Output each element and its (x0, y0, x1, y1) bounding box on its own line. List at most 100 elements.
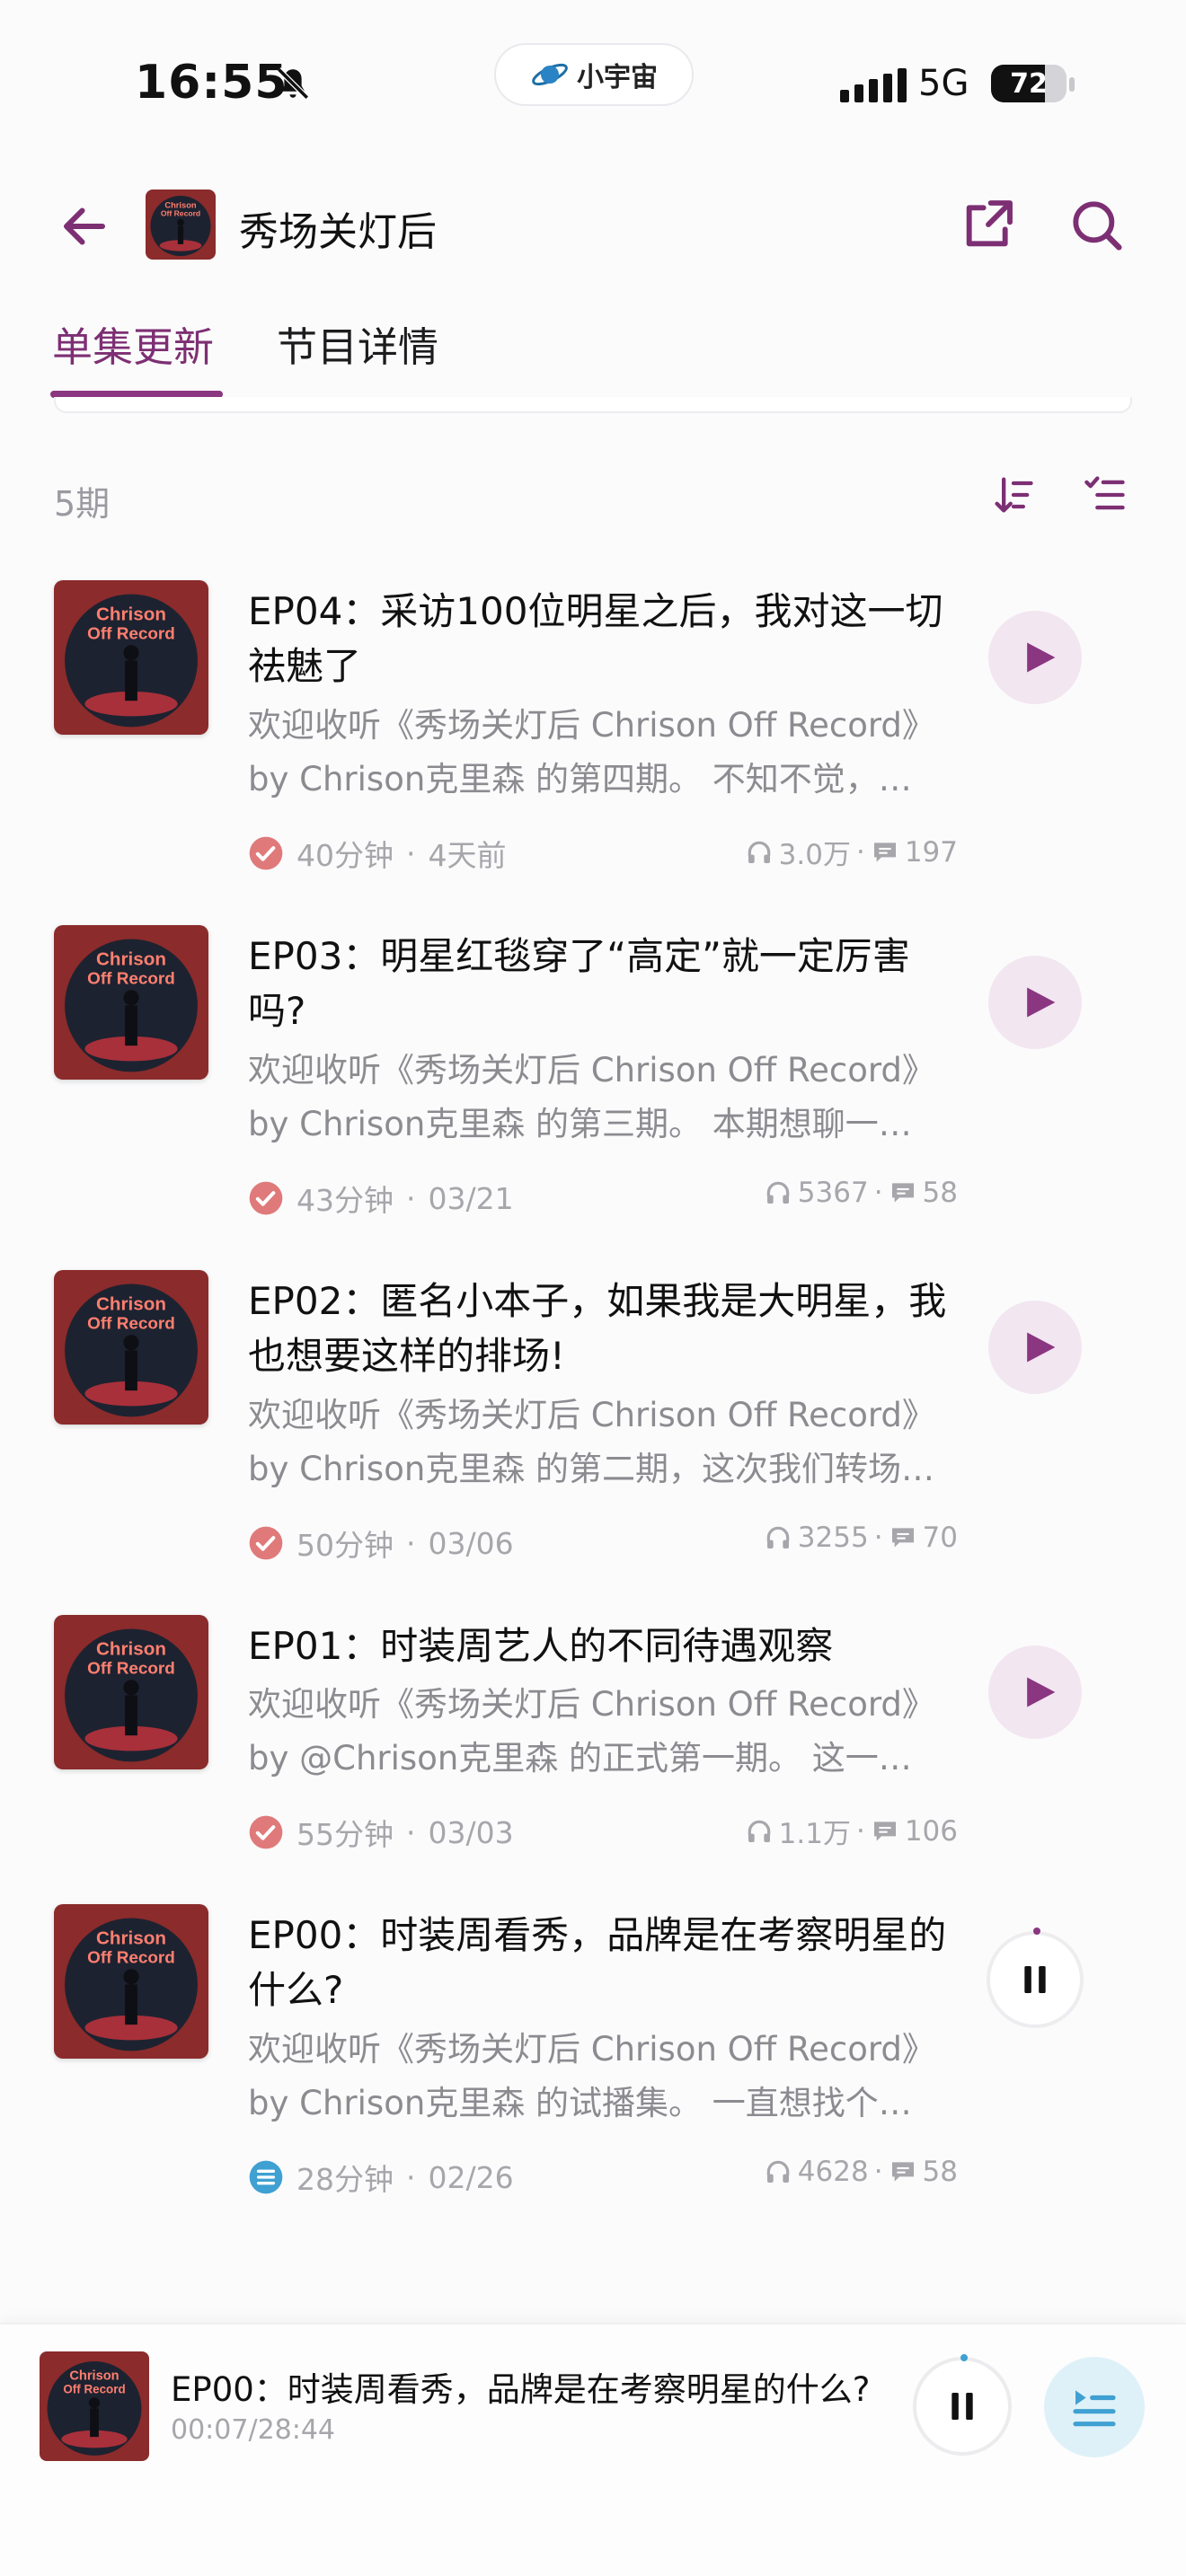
episode-description: 欢迎收听《秀场关灯后 Chrison Off Record》 by Chriso… (248, 1389, 967, 1496)
comment-count: 70 (922, 1522, 958, 1554)
episode-cover: Chrison Off Record (54, 580, 208, 735)
comment-icon (891, 1183, 914, 1203)
cover-text-line2: Off Record (63, 2382, 125, 2395)
episode-duration: 40分钟 (296, 838, 394, 873)
description-line: 欢迎收听《秀场关灯后 Chrison Off Record》 (248, 1685, 935, 1724)
episode-title[interactable]: EP01：时装周艺人的不同待遇观察 (248, 1619, 958, 1673)
episode-date: 4天前 (428, 838, 507, 873)
sort-icon[interactable] (990, 472, 1037, 518)
cover-text-line1: Chrison (96, 1928, 166, 1949)
cover-text-line2: Off Record (87, 969, 175, 988)
play-count: 1.1万 (778, 1818, 851, 1850)
planet-icon (532, 63, 568, 86)
episode-description: 欢迎收听《秀场关灯后 Chrison Off Record》 by @Chris… (248, 1678, 967, 1786)
episode-date: 02/26 (428, 2159, 514, 2195)
episode-title[interactable]: EP02：匿名小本子，如果我是大明星，我也想要这样的排场! (248, 1274, 958, 1383)
play-icon (1027, 987, 1056, 1018)
playlist-button[interactable] (1044, 2357, 1145, 2457)
episode-meta: 55分钟 · 03/03 1.1万 · 106 (248, 1811, 967, 1852)
play-icon (1027, 642, 1056, 673)
play-count: 4628 (797, 2156, 869, 2188)
cover-text-line2: Off Record (87, 1659, 175, 1678)
cover-text-line1: Chrison (96, 1639, 166, 1660)
comment-icon (873, 1821, 896, 1841)
comment-icon (891, 2162, 914, 2182)
headphones-icon (748, 1820, 770, 1842)
episode-cover: Chrison Off Record (54, 1615, 208, 1769)
now-playing-cover[interactable]: Chrison Off Record (40, 2351, 149, 2461)
episode-description: 欢迎收听《秀场关灯后 Chrison Off Record》 by Chriso… (248, 1044, 967, 1151)
description-line: 欢迎收听《秀场关灯后 Chrison Off Record》 (248, 1396, 935, 1434)
episode-duration: 43分钟 (296, 1183, 394, 1218)
description-line: 欢迎收听《秀场关灯后 Chrison Off Record》 (248, 1051, 935, 1090)
filter-list-icon[interactable] (1082, 472, 1128, 518)
cover-text-line2: Off Record (87, 1948, 175, 1967)
details-card-edge (54, 397, 1132, 413)
description-line: 欢迎收听《秀场关灯后 Chrison Off Record》 (248, 706, 935, 745)
separator-dot: · (406, 2159, 416, 2195)
episode-meta: 28分钟 · 02/26 4628 · 58 (248, 2156, 967, 2197)
check-circle-icon (249, 836, 283, 870)
description-line: by Chrison克里森 的第四期。 不知不觉，… (248, 760, 912, 798)
cover-text-line2: Off Record (161, 209, 200, 218)
separator-dot: · (873, 2156, 883, 2188)
episode-date: 03/06 (428, 1525, 514, 1561)
battery-level: 72 (1010, 67, 1048, 100)
description-line: by Chrison克里森 的试播集。 一直想找个… (248, 2084, 912, 2122)
pause-button[interactable] (987, 1928, 1084, 2028)
share-icon[interactable] (960, 196, 1017, 253)
episode-description: 欢迎收听《秀场关灯后 Chrison Off Record》 by Chriso… (248, 699, 967, 807)
check-circle-icon (249, 1526, 283, 1560)
now-playing-title[interactable]: EP00：时装周看秀，品牌是在考察明星的什么? (171, 2362, 890, 2411)
episode-meta: 43分钟 · 03/21 5367 · 58 (248, 1177, 967, 1218)
tab-show-details[interactable]: 节目详情 (277, 314, 438, 373)
status-bar: 16:55 小宇宙 5G 72 (0, 0, 1186, 171)
pause-icon (1024, 1966, 1046, 1993)
description-line: by Chrison克里森 的第三期。 本期想聊一… (248, 1105, 912, 1143)
cover-text-line1: Chrison (96, 1294, 166, 1315)
comment-count: 58 (922, 2156, 958, 2188)
network-type: 5G (918, 63, 969, 104)
headphones-icon (766, 2160, 790, 2183)
play-button[interactable] (988, 956, 1082, 1049)
pause-icon (951, 2393, 973, 2420)
comment-count: 106 (904, 1814, 958, 1848)
top-nav-bar: Chrison Off Record 秀场关灯后 (0, 171, 1186, 287)
comment-count: 197 (904, 835, 958, 869)
headphones-icon (766, 1526, 790, 1548)
separator-dot: · (873, 1522, 883, 1554)
comment-count: 58 (922, 1177, 958, 1209)
check-circle-icon (249, 1181, 283, 1215)
search-icon[interactable] (1067, 196, 1125, 253)
playlist-icon (1073, 2390, 1116, 2427)
tab-episodes[interactable]: 单集更新 (52, 314, 214, 373)
episode-duration: 50分钟 (296, 1528, 394, 1563)
arrow-left-icon[interactable] (58, 199, 111, 253)
episode-title[interactable]: EP03：明星红毯穿了“高定”就一定厉害吗? (248, 929, 958, 1038)
separator-dot: · (873, 1177, 883, 1209)
episode-title[interactable]: EP04：采访100位明星之后，我对这一切祛魅了 (248, 584, 958, 693)
play-button[interactable] (988, 1645, 1082, 1739)
dynamic-island[interactable]: 小宇宙 (494, 43, 694, 106)
separator-dot: · (855, 835, 865, 869)
play-button[interactable] (988, 611, 1082, 704)
episode-title[interactable]: EP00：时装周看秀，品牌是在考察明星的什么? (248, 1908, 958, 2017)
progress-indicator (1033, 1928, 1040, 1935)
play-button[interactable] (988, 1301, 1082, 1394)
description-line: by Chrison克里森 的第二期，这次我们转场… (248, 1450, 935, 1488)
episode-cover: Chrison Off Record (54, 1904, 208, 2059)
play-icon (1027, 1677, 1056, 1707)
separator-dot: · (406, 835, 416, 871)
mini-player-pause-button[interactable] (913, 2354, 1012, 2456)
episode-cover: Chrison Off Record (54, 925, 208, 1080)
list-badge-icon (249, 2160, 283, 2194)
episode-count: 5期 (54, 484, 111, 524)
mini-player[interactable]: Chrison Off Record EP00：时装周看秀，品牌是在考察明星的什么… (0, 2323, 1186, 2576)
cover-text-line1: Chrison (164, 200, 197, 209)
cover-text-line2: Off Record (87, 624, 175, 643)
episode-date: 03/03 (428, 1814, 514, 1850)
signal-icon (840, 68, 907, 102)
play-icon (1027, 1332, 1056, 1363)
progress-indicator (960, 2354, 968, 2361)
check-circle-icon (249, 1815, 283, 1849)
